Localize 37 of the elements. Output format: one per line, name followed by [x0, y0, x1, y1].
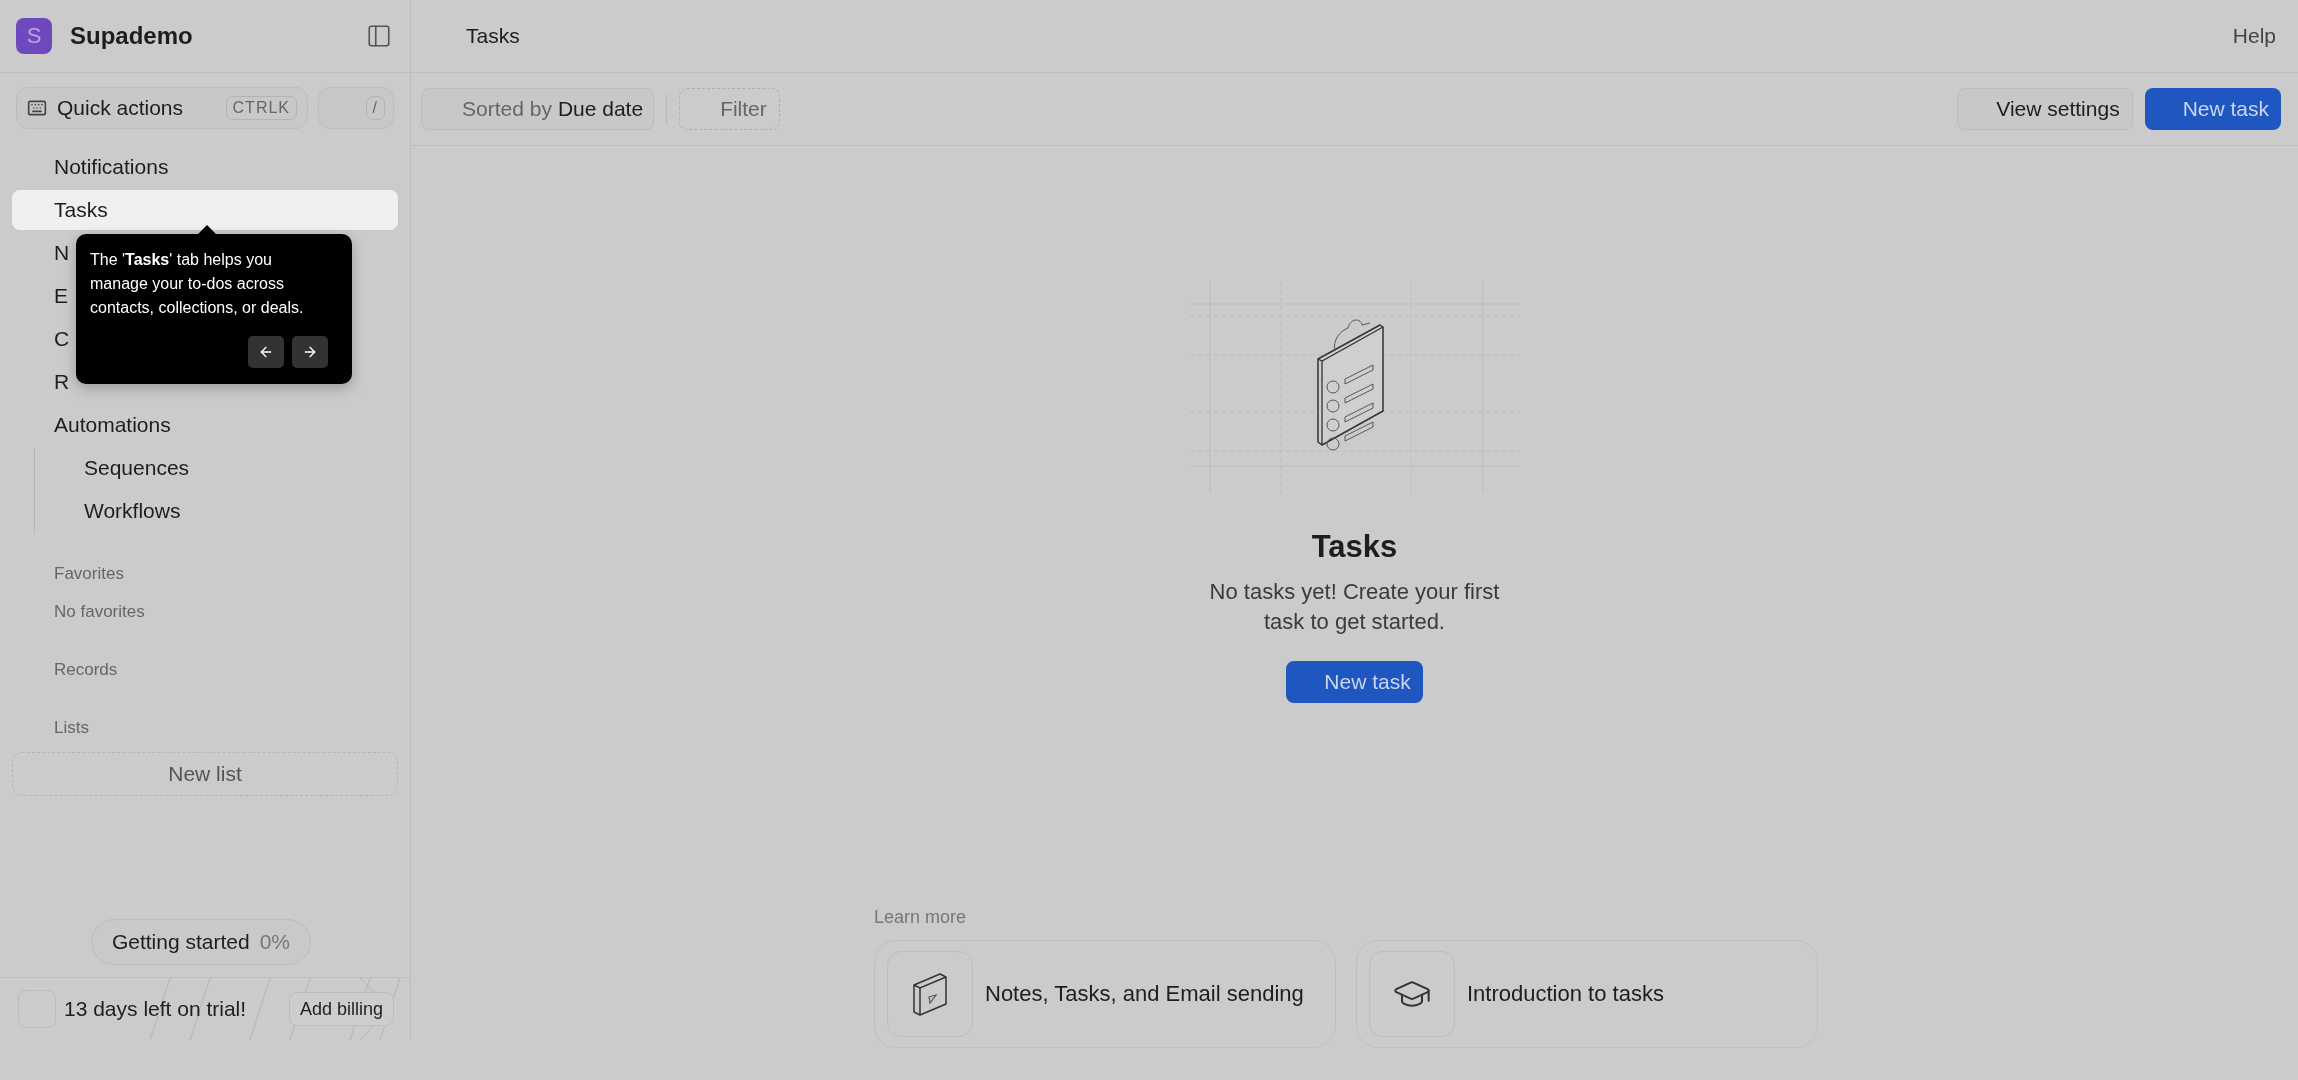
slash-shortcut-button[interactable]: /: [318, 87, 394, 129]
section-heading: Records: [53, 660, 119, 680]
empty-state-title: Tasks: [1311, 529, 1398, 565]
add-billing-button[interactable]: Add billing: [288, 992, 394, 1026]
tooltip-text: The 'Tasks' tab helps you manage your to-dos across contacts, collections, or deals.: [90, 250, 305, 318]
learn-more-heading: Learn more: [874, 907, 968, 928]
sort-button[interactable]: Sorted by Due date: [421, 88, 655, 130]
filter-button[interactable]: Filter: [679, 88, 780, 130]
workspace-name: Supademo: [70, 22, 194, 50]
view-settings-button[interactable]: View settings: [1957, 88, 2133, 130]
empty-state-description: No tasks yet! Create your first task to get started.: [1208, 578, 1501, 636]
quick-actions-button[interactable]: Quick actions CTRLK: [16, 87, 308, 129]
page-title: Tasks: [466, 24, 520, 48]
help-link[interactable]: Help: [2232, 24, 2276, 48]
section-heading: Favorites: [53, 564, 125, 584]
learn-more-card[interactable]: Notes, Tasks, and Email sending: [874, 940, 1336, 1048]
sidebar-item[interactable]: Tasks: [12, 190, 398, 230]
learn-more-card[interactable]: Introduction to tasks: [1356, 940, 1818, 1048]
keyboard-icon: [27, 98, 47, 118]
arrow-right-icon: [302, 344, 318, 360]
next-button[interactable]: [292, 336, 328, 368]
new-task-button[interactable]: New task: [2144, 88, 2281, 130]
sidebar-item[interactable]: Notifications: [12, 147, 398, 187]
shortcut-key: /: [365, 96, 385, 120]
sidebar-subitem[interactable]: Workflows: [12, 491, 398, 531]
sidebar-item[interactable]: Automations: [12, 405, 398, 445]
section-heading: Lists: [53, 718, 90, 738]
trial-text: 13 days left on trial!: [64, 997, 248, 1021]
new-task-button[interactable]: New task: [1286, 661, 1423, 703]
sidebar-toggle-icon[interactable]: [366, 23, 392, 49]
sidebar-subitem[interactable]: Sequences: [12, 448, 398, 488]
play-box-icon: [910, 971, 950, 1017]
empty-favorites-text: No favorites: [53, 602, 146, 622]
new-list-button[interactable]: New list: [12, 752, 398, 796]
previous-button[interactable]: [248, 336, 284, 368]
getting-started-button[interactable]: Getting started 0%: [90, 919, 312, 965]
shortcut-key: CTRLK: [225, 96, 297, 120]
